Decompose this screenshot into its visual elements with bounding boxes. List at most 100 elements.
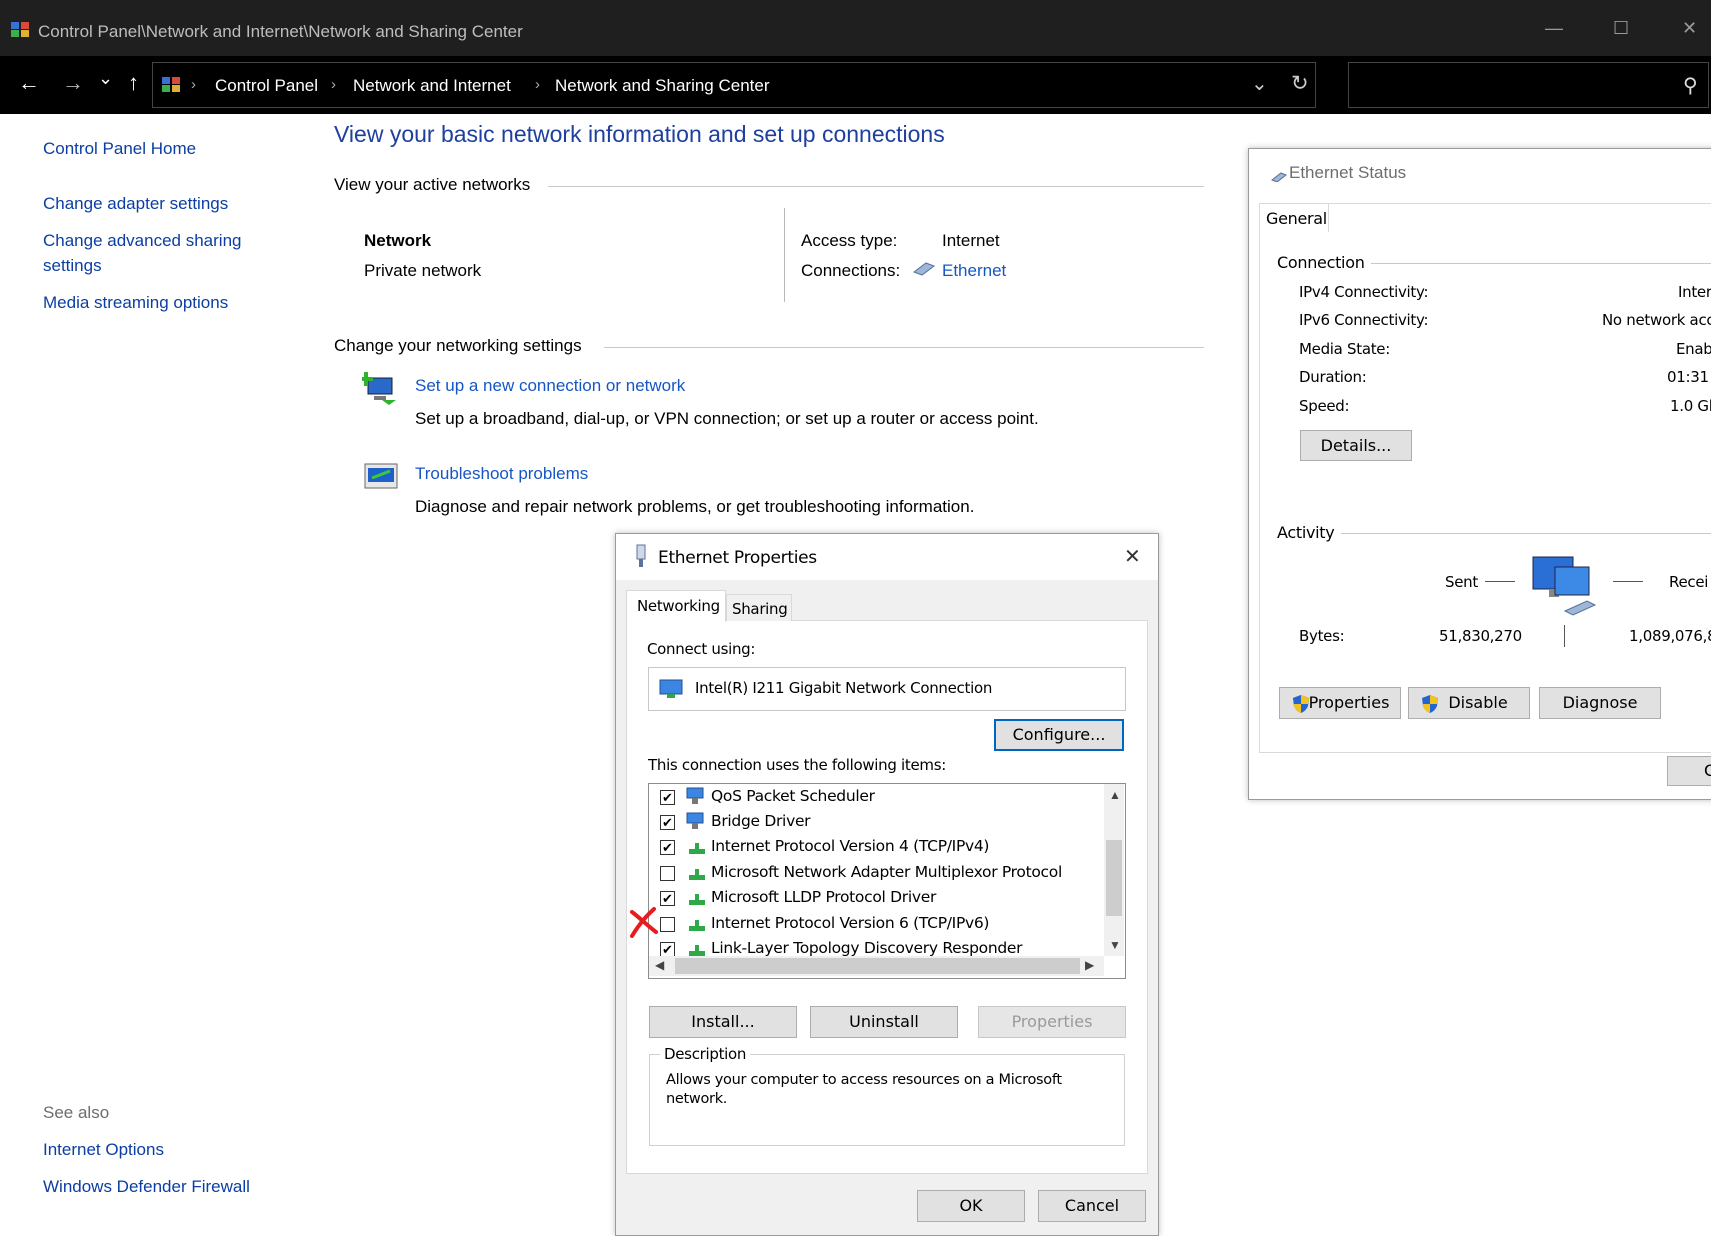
address-box[interactable]: › Control Panel › Network and Internet ›…: [152, 62, 1316, 108]
item-checkbox[interactable]: [660, 917, 675, 932]
received-line: [1613, 581, 1643, 582]
item-checkbox[interactable]: ✔: [660, 891, 675, 906]
red-x-annotation-icon: [628, 906, 658, 943]
bytes-received-value: 1,089,076,8: [1629, 627, 1711, 645]
description-text-line1: Allows your computer to access resources…: [666, 1072, 1062, 1088]
item-checkbox[interactable]: ✔: [660, 815, 675, 830]
tab-general[interactable]: General: [1259, 203, 1329, 232]
ok-button[interactable]: OK: [917, 1190, 1025, 1222]
ipv4-connectivity-value: Inter: [1678, 283, 1711, 301]
troubleshoot-description: Diagnose and repair network problems, or…: [415, 497, 975, 516]
scroll-down-icon[interactable]: ▼: [1109, 938, 1121, 952]
breadcrumb-sharing-center[interactable]: Network and Sharing Center: [555, 76, 770, 96]
connect-using-label: Connect using:: [647, 640, 756, 658]
new-connection-icon: [359, 370, 400, 411]
address-dropdown-button[interactable]: ⌄: [1251, 71, 1268, 96]
access-type-label: Access type:: [801, 231, 898, 250]
change-advanced-sharing-link-line2[interactable]: settings: [43, 256, 102, 276]
shield-icon: [1292, 694, 1310, 724]
item-label: Microsoft Network Adapter Multiplexor Pr…: [711, 863, 1062, 881]
ethernet-connection-link[interactable]: Ethernet: [942, 261, 1006, 281]
maximize-button[interactable]: ☐: [1613, 18, 1629, 39]
control-panel-home-link[interactable]: Control Panel Home: [43, 139, 196, 159]
item-label: Internet Protocol Version 6 (TCP/IPv6): [711, 914, 990, 932]
change-adapter-settings-link[interactable]: Change adapter settings: [43, 194, 228, 214]
disable-label: Disable: [1448, 693, 1508, 712]
windows-defender-firewall-link[interactable]: Windows Defender Firewall: [43, 1177, 250, 1197]
back-button[interactable]: ←: [18, 70, 40, 96]
protocol-icon: [687, 866, 707, 887]
breadcrumb-control-panel[interactable]: Control Panel: [215, 76, 318, 96]
items-label: This connection uses the following items…: [648, 756, 947, 774]
ethernet-status-dialog: Ethernet Status General Connection IPv4 …: [1248, 148, 1711, 800]
connections-label: Connections:: [801, 261, 901, 280]
item-checkbox[interactable]: ✔: [660, 790, 675, 805]
status-properties-label: Properties: [1308, 693, 1390, 712]
install-button[interactable]: Install...: [649, 1006, 797, 1038]
recent-locations-button[interactable]: ⌄: [98, 68, 113, 89]
section-divider: [604, 347, 1204, 348]
tab-networking-label: Networking: [637, 597, 720, 615]
change-advanced-sharing-link[interactable]: Change advanced sharing: [43, 231, 241, 251]
scrollbar-thumb[interactable]: [675, 958, 1080, 974]
item-label: QoS Packet Scheduler: [711, 787, 875, 805]
duration-value: 01:31: [1667, 368, 1709, 386]
tab-general-label: General: [1266, 209, 1327, 228]
ipv6-connectivity-value: No network acc: [1602, 311, 1711, 329]
breadcrumb-network-internet[interactable]: Network and Internet: [353, 76, 511, 96]
vertical-scrollbar[interactable]: ▲ ▼: [1104, 784, 1124, 956]
troubleshoot-link[interactable]: Troubleshoot problems: [415, 464, 588, 484]
internet-options-link[interactable]: Internet Options: [43, 1140, 164, 1160]
media-state-value: Enab: [1676, 340, 1711, 358]
speed-value: 1.0 Gl: [1670, 397, 1711, 415]
search-input[interactable]: ⚲: [1348, 62, 1709, 108]
item-label: Internet Protocol Version 4 (TCP/IPv4): [711, 837, 990, 855]
scroll-up-icon[interactable]: ▲: [1109, 788, 1121, 802]
disable-button[interactable]: Disable: [1408, 687, 1530, 719]
status-close-button[interactable]: C: [1667, 756, 1711, 786]
bytes-label: Bytes:: [1299, 627, 1345, 645]
details-button[interactable]: Details...: [1300, 430, 1412, 461]
refresh-button[interactable]: ↻: [1291, 71, 1309, 96]
item-properties-button[interactable]: Properties: [978, 1006, 1126, 1038]
forward-button[interactable]: →: [62, 70, 84, 96]
close-button[interactable]: ✕: [1682, 18, 1697, 39]
tab-sharing-label: Sharing: [732, 600, 788, 618]
ethernet-status-title: Ethernet Status: [1289, 163, 1407, 182]
item-label: Microsoft LLDP Protocol Driver: [711, 888, 937, 906]
bytes-sent-value: 51,830,270: [1439, 627, 1522, 645]
minimize-button[interactable]: —: [1545, 18, 1563, 39]
configure-button[interactable]: Configure...: [994, 719, 1124, 751]
status-properties-button[interactable]: Properties: [1279, 687, 1401, 719]
window-title-bar: Control Panel\Network and Internet\Netwo…: [0, 0, 1711, 56]
adapter-field: Intel(R) I211 Gigabit Network Connection: [648, 667, 1126, 711]
control-panel-icon: [161, 75, 181, 98]
diagnose-button[interactable]: Diagnose: [1539, 687, 1661, 719]
control-panel-icon: [10, 20, 30, 38]
tab-sharing[interactable]: Sharing: [726, 594, 792, 621]
media-streaming-options-link[interactable]: Media streaming options: [43, 293, 228, 313]
setup-connection-link[interactable]: Set up a new connection or network: [415, 376, 685, 396]
section-divider: [548, 186, 1204, 187]
horizontal-scrollbar[interactable]: ◀ ▶: [649, 956, 1104, 976]
properties-close-button[interactable]: ✕: [1124, 544, 1141, 569]
tab-networking[interactable]: Networking: [626, 590, 726, 622]
duration-label: Duration:: [1299, 368, 1367, 386]
item-checkbox[interactable]: [660, 866, 675, 881]
scrollbar-thumb[interactable]: [1106, 840, 1122, 916]
item-checkbox[interactable]: ✔: [660, 942, 675, 957]
scroll-right-icon[interactable]: ▶: [1085, 958, 1094, 972]
access-type-value: Internet: [942, 231, 1000, 250]
navigation-bar: ← → ⌄ ↑ › Control Panel › Network and In…: [0, 56, 1711, 114]
adapter-icon: [659, 678, 683, 705]
uninstall-button[interactable]: Uninstall: [810, 1006, 958, 1038]
properties-title: Ethernet Properties: [658, 548, 817, 568]
page-title: View your basic network information and …: [334, 121, 945, 147]
description-heading: Description: [660, 1045, 751, 1063]
active-networks-heading: View your active networks: [334, 175, 531, 194]
item-checkbox[interactable]: ✔: [660, 840, 675, 855]
change-settings-heading: Change your networking settings: [334, 336, 582, 355]
up-button[interactable]: ↑: [128, 70, 139, 96]
cancel-button[interactable]: Cancel: [1038, 1190, 1146, 1222]
scroll-left-icon[interactable]: ◀: [655, 958, 664, 972]
